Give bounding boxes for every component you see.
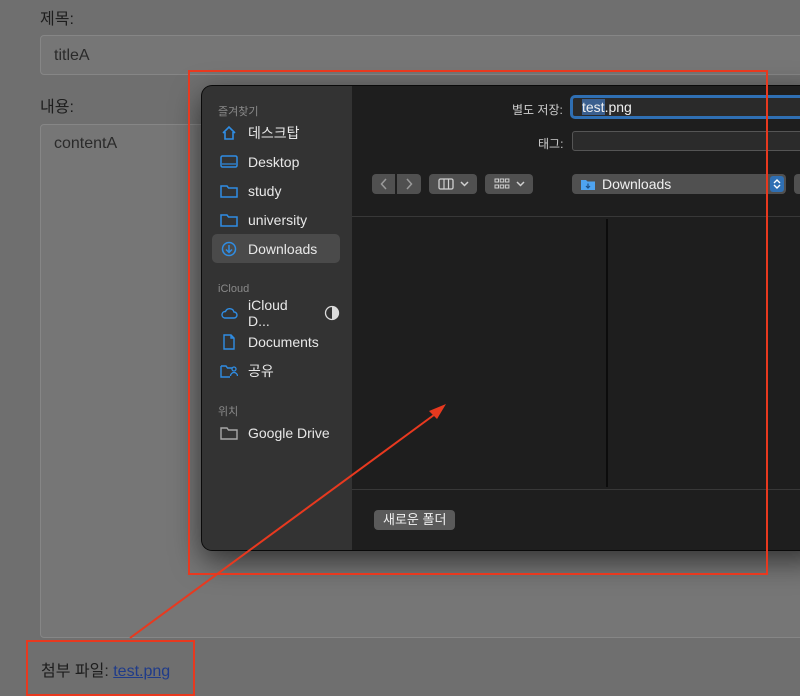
annotation-arrow [129, 404, 446, 639]
